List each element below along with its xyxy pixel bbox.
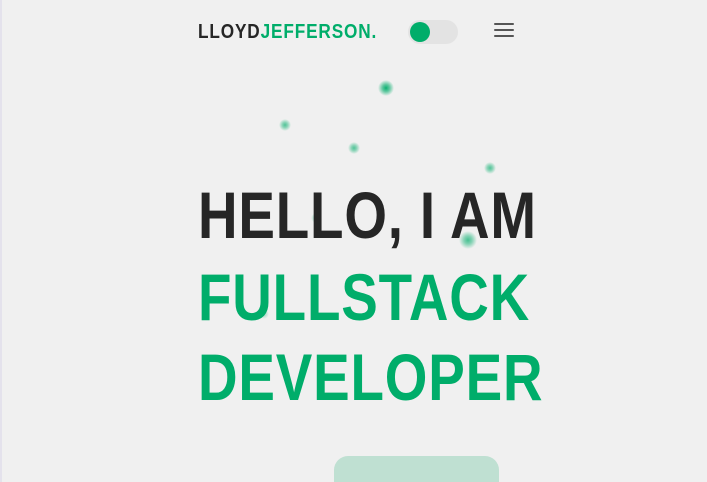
particle bbox=[484, 162, 496, 174]
hero-role-line-1: FULLSTACK bbox=[198, 260, 531, 334]
logo-last-name: JEFFERSON. bbox=[260, 21, 378, 43]
particle bbox=[378, 80, 394, 96]
hero-cta-button[interactable] bbox=[334, 456, 499, 482]
theme-toggle[interactable] bbox=[408, 20, 458, 44]
hero-role-line-2: DEVELOPER bbox=[198, 340, 544, 414]
particle bbox=[279, 119, 291, 131]
hamburger-menu-icon[interactable] bbox=[494, 22, 514, 40]
site-logo[interactable]: LLOYDJEFFERSON. bbox=[198, 20, 377, 44]
particle bbox=[348, 142, 360, 154]
hero-greeting: HELLO, I AM bbox=[198, 178, 537, 252]
logo-first-name: LLOYD bbox=[198, 21, 261, 43]
theme-toggle-knob bbox=[410, 22, 430, 42]
